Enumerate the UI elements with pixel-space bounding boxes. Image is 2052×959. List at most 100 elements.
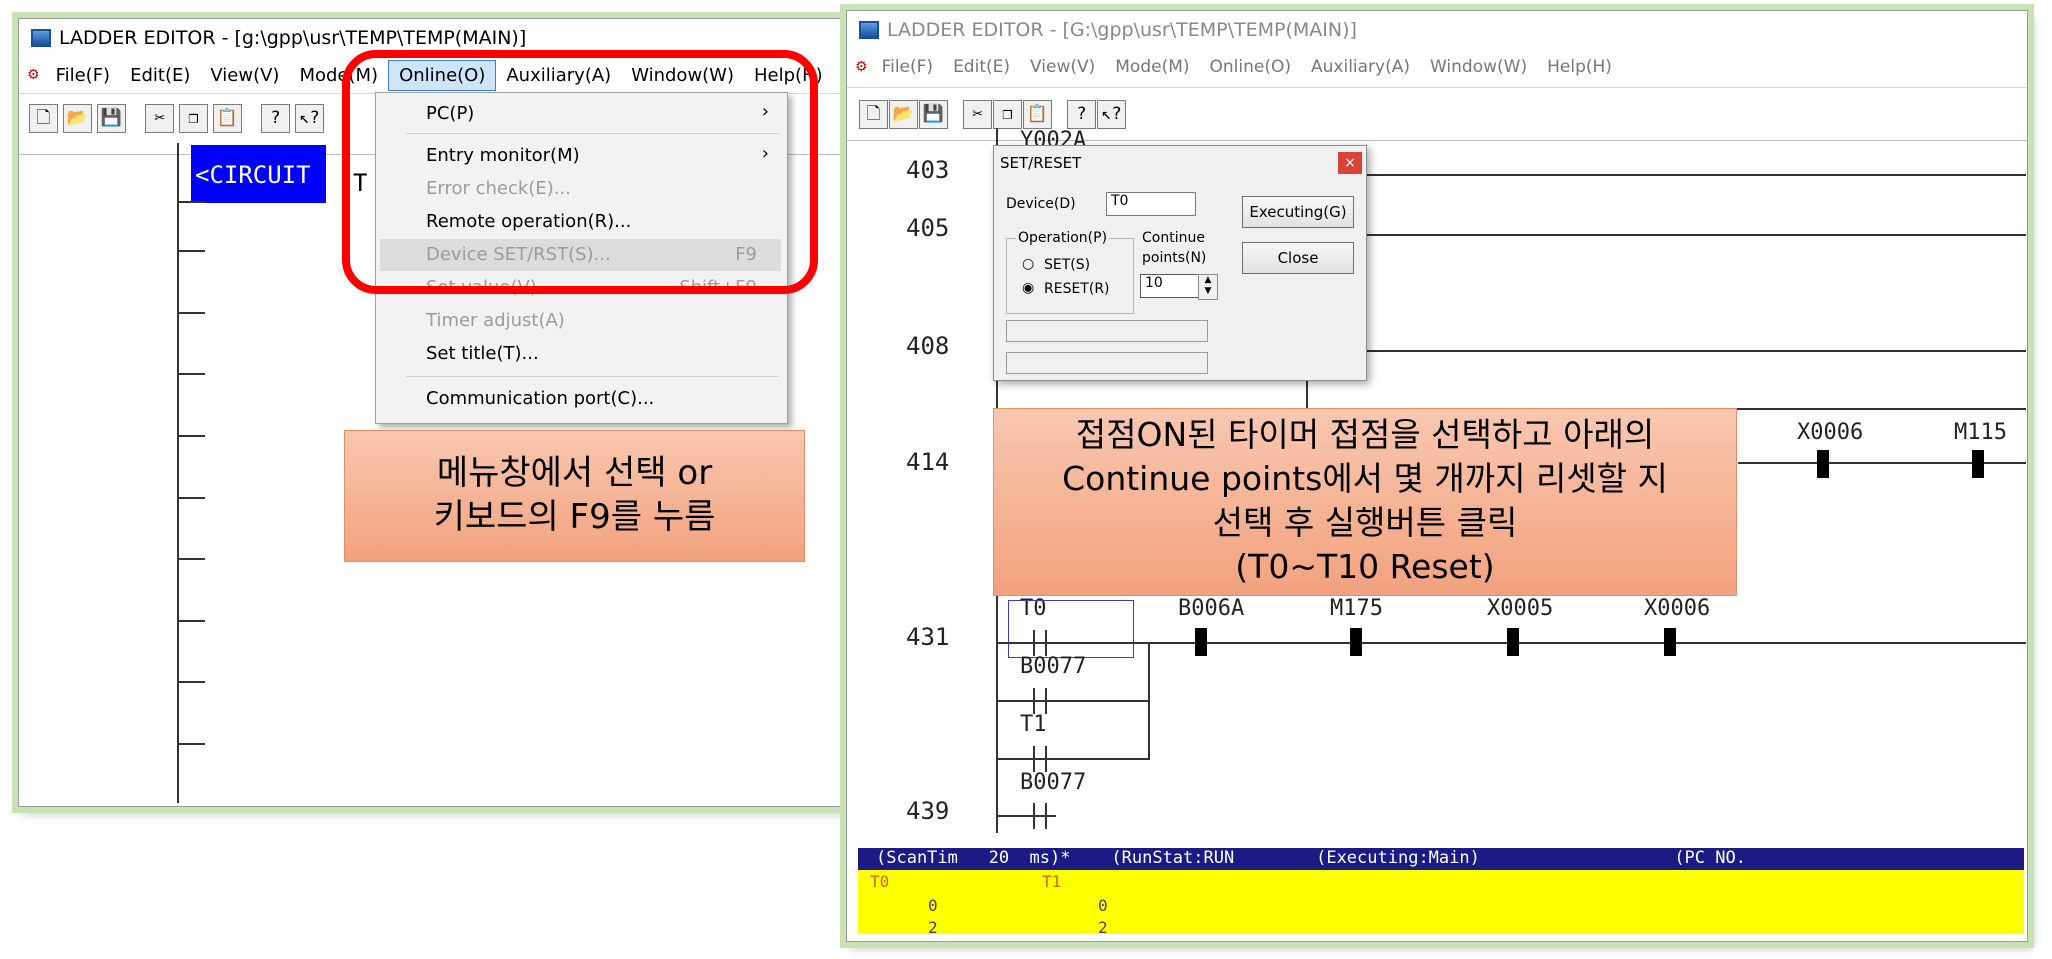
monitor-t0-value: 0 <box>928 896 938 915</box>
set-radio-label: SET(S) <box>1044 257 1091 273</box>
set-radio[interactable]: ○ <box>1022 256 1034 272</box>
device-x0005: X0005 <box>1487 596 1554 621</box>
right-menu-bar: ⚙ File(F) Edit(E) View(V) Mode(M) Online… <box>847 49 2027 85</box>
device-b0077-a: B0077 <box>1020 654 1087 679</box>
paste-icon[interactable]: 📋 <box>1023 100 1052 129</box>
device-x0006-431: X0006 <box>1644 596 1711 621</box>
branch-line <box>996 815 1056 817</box>
device-x0006-414: X0006 <box>1797 420 1864 445</box>
contact-m175 <box>1350 628 1362 656</box>
device-field[interactable]: T0 <box>1106 192 1196 216</box>
menu-item-communication-port[interactable]: Communication port(C)... <box>426 388 654 409</box>
menu-item-timer-adjust: Timer adjust(A) <box>426 310 565 331</box>
monitor-t1-value-2: 2 <box>1098 918 1108 937</box>
device-label: Device(D) <box>1006 196 1076 212</box>
branch-line <box>996 700 1150 702</box>
selected-contact-cursor[interactable] <box>1008 600 1134 658</box>
monitor-status-bar: (ScanTim 20 ms)* (RunStat:RUN (Executing… <box>858 848 2024 870</box>
help-icon[interactable]: ? <box>261 104 290 133</box>
left-instruction-callout: 메뉴창에서 선택 or 키보드의 F9를 누름 <box>344 430 805 562</box>
menu-online[interactable]: Online(O) <box>1200 53 1301 81</box>
branch-line <box>996 758 1150 760</box>
cut-icon[interactable]: ✂ <box>145 104 174 133</box>
contact-b0077-a-left <box>1033 688 1035 714</box>
save-icon[interactable]: 💾 <box>97 104 126 133</box>
right-instruction-callout: 접점ON된 타이머 접점을 선택하고 아래의 Continue points에서… <box>993 408 1737 596</box>
rung-line <box>1365 234 2026 236</box>
rung-tick <box>177 743 205 745</box>
ladder-app-icon <box>31 29 51 47</box>
context-help-icon[interactable]: ↖? <box>295 104 324 133</box>
step-number-405: 405 <box>906 214 950 242</box>
context-help-icon[interactable]: ↖? <box>1097 100 1126 129</box>
red-highlight-outline <box>342 50 818 294</box>
contact-b0077-a-right <box>1045 688 1047 714</box>
contact-b0077-b-left <box>1033 803 1035 829</box>
rung-tick <box>177 373 205 375</box>
spinner-up-down-icon[interactable]: ▲ ▼ <box>1198 274 1218 300</box>
new-file-icon[interactable]: 🗋 <box>29 104 58 133</box>
menu-edit[interactable]: Edit(E) <box>120 61 200 90</box>
right-callout-line-3: 선택 후 실행버튼 클릭 <box>1212 503 1518 542</box>
contact-t0-left <box>1033 630 1035 656</box>
open-folder-icon[interactable]: 📂 <box>889 100 918 129</box>
menu-edit[interactable]: Edit(E) <box>943 53 1020 81</box>
ladder-app-icon <box>859 21 879 39</box>
contact-t1-left <box>1033 746 1035 772</box>
open-folder-icon[interactable]: 📂 <box>63 104 92 133</box>
menu-separator <box>406 376 779 377</box>
rung-tick <box>177 558 205 560</box>
menu-help[interactable]: Help(H) <box>1537 53 1622 81</box>
executing-button[interactable]: Executing(G) <box>1242 196 1354 228</box>
step-number-439: 439 <box>906 797 950 825</box>
cut-icon[interactable]: ✂ <box>963 100 992 129</box>
circuit-label: <CIRCUIT <box>195 161 311 189</box>
contact-b006a <box>1195 628 1207 656</box>
menu-window[interactable]: Window(W) <box>1420 53 1537 81</box>
reset-radio[interactable]: ◉ <box>1022 280 1034 296</box>
monitor-t0-value-2: 2 <box>928 918 938 937</box>
copy-icon[interactable]: ❐ <box>993 100 1022 129</box>
right-callout-line-2: Continue points에서 몇 개까지 리셋할 지 <box>1062 459 1668 498</box>
entry-monitor-panel: T0 T1 0 0 2 2 <box>858 870 2024 937</box>
step-number-431: 431 <box>906 623 950 651</box>
rung-tick <box>177 435 205 437</box>
right-window-title: LADDER EDITOR - [G:\gpp\usr\TEMP\TEMP(MA… <box>887 19 1357 41</box>
close-button[interactable]: Close <box>1242 242 1354 274</box>
step-number-403: 403 <box>906 156 950 184</box>
right-callout-line-1: 접점ON된 타이머 접점을 선택하고 아래의 <box>1075 415 1655 454</box>
dialog-title: SET/RESET <box>1000 154 1082 172</box>
device-b006a: B006A <box>1178 596 1245 621</box>
step-number-408: 408 <box>906 332 950 360</box>
rung-tick <box>177 312 205 314</box>
paste-icon[interactable]: 📋 <box>213 104 242 133</box>
menu-mode[interactable]: Mode(M) <box>1105 53 1199 81</box>
dialog-close-icon[interactable]: × <box>1338 152 1362 174</box>
monitor-t1-label: T1 <box>1042 872 1062 891</box>
contact-x0006-431 <box>1664 628 1676 656</box>
menu-file[interactable]: File(F) <box>872 53 944 81</box>
menu-view[interactable]: View(V) <box>1020 53 1105 81</box>
contact-b0077-b-right <box>1045 803 1047 829</box>
status-field-2 <box>1006 352 1208 374</box>
menu-auxiliary[interactable]: Auxiliary(A) <box>1301 53 1420 81</box>
contact-t1-right <box>1045 746 1047 772</box>
left-callout-line-1: 메뉴창에서 선택 or <box>436 453 713 493</box>
help-icon[interactable]: ? <box>1067 100 1096 129</box>
contact-t0-right <box>1045 630 1047 656</box>
left-window-title: LADDER EDITOR - [g:\gpp\usr\TEMP\TEMP(MA… <box>59 27 527 49</box>
menu-item-set-title[interactable]: Set title(T)... <box>426 343 539 364</box>
menu-file[interactable]: File(F) <box>46 61 121 90</box>
branch-line <box>1306 380 1308 410</box>
reset-radio-label: RESET(R) <box>1044 281 1110 297</box>
new-file-icon[interactable]: 🗋 <box>859 100 888 129</box>
continue-points-input[interactable]: 10 <box>1140 274 1200 298</box>
contact-x0006-414 <box>1817 450 1829 478</box>
save-icon[interactable]: 💾 <box>919 100 948 129</box>
menu-view[interactable]: View(V) <box>200 61 289 90</box>
rung-tick <box>177 620 205 622</box>
set-reset-dialog: SET/RESET × Device(D) T0 Executing(G) Cl… <box>993 145 1367 381</box>
device-m115: M115 <box>1954 420 2007 445</box>
contact-x0005 <box>1507 628 1519 656</box>
copy-icon[interactable]: ❐ <box>179 104 208 133</box>
